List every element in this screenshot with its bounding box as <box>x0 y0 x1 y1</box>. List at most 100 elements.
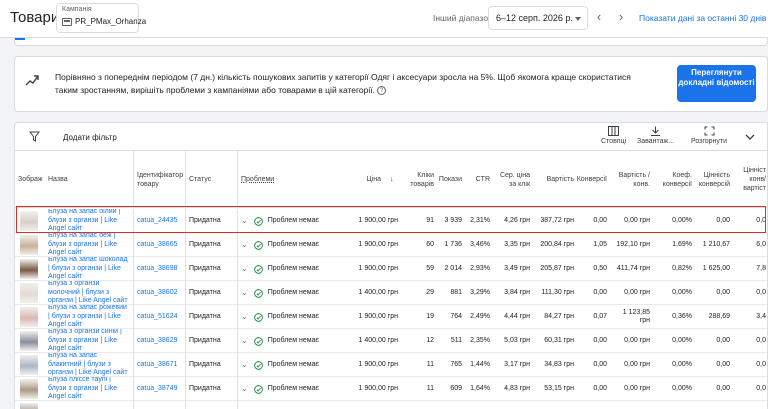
col-status[interactable]: Статус <box>185 151 237 208</box>
table-row[interactable]: Блуза на запас білий | блузи з органзи |… <box>15 209 767 233</box>
table-row[interactable]: Блуза на запас блакитний | блузи з орган… <box>15 353 767 377</box>
expand-button[interactable]: Розгорнути <box>691 126 727 145</box>
cell-conversions: 0,00 <box>593 216 607 224</box>
table-row[interactable]: Блуза пліссе таупі | блузи з органзи | L… <box>15 377 767 401</box>
chevron-down-icon[interactable]: ⌄ <box>241 360 248 370</box>
col-issues[interactable]: Проблеми <box>237 151 350 208</box>
filter-icon[interactable] <box>29 131 40 142</box>
cell-cost <box>533 401 577 409</box>
show-last-30-days-link[interactable]: Показати дані за останні 30 днів <box>639 13 766 23</box>
issues-text: Проблем немає <box>267 264 319 272</box>
product-thumbnail[interactable] <box>20 379 38 399</box>
chevron-left-icon[interactable]: ‹ <box>592 10 606 24</box>
cell-issues: ⌄ Проблем немає <box>237 281 350 305</box>
table-row[interactable]: Блуза з органзи молочний | блузи з орган… <box>15 281 767 305</box>
cell-name[interactable] <box>45 401 133 409</box>
col-value-cost[interactable]: Цінніст конв/ вартіст <box>733 151 767 208</box>
col-conv-value[interactable]: Цінність конверсій <box>695 151 733 208</box>
cell-name[interactable]: Блуза на запас рожевий | блузи з органзи… <box>45 305 133 329</box>
cell-name[interactable]: Блуза з органзи молочний | блузи з орган… <box>45 281 133 305</box>
issues-status[interactable]: ⌄ Проблем немає <box>241 240 319 250</box>
product-thumbnail[interactable] <box>20 283 38 303</box>
col-conv-rate[interactable]: Коеф. конверсії <box>653 151 695 208</box>
add-filter-button[interactable]: Додати фільтр <box>63 133 117 142</box>
cell-name[interactable]: Блуза з органзи синій | блузи з органзи … <box>45 329 133 353</box>
product-thumbnail[interactable] <box>20 355 38 375</box>
col-impressions[interactable]: Покази <box>437 151 465 208</box>
product-thumbnail[interactable] <box>20 235 38 255</box>
chevron-down-icon[interactable] <box>744 131 756 143</box>
issues-status[interactable]: ⌄ Проблем немає <box>241 312 319 322</box>
table-row[interactable]: Блуза на запас беж | блузи з органзи | L… <box>15 233 767 257</box>
col-cpc[interactable]: Сер. ціна за клік <box>493 151 533 208</box>
chevron-down-icon[interactable]: ⌄ <box>241 384 248 394</box>
issues-status[interactable]: ⌄ Проблем немає <box>241 288 319 298</box>
cell-name[interactable]: Блуза на запас білий | блузи з органзи |… <box>45 209 133 233</box>
col-ctr[interactable]: CTR <box>465 151 493 208</box>
table-row[interactable] <box>15 401 767 409</box>
cell-id[interactable]: catua_38671 <box>133 353 185 377</box>
cell-name[interactable]: Блуза на запас шоколад | блузи з органзи… <box>45 257 133 281</box>
cell-conv-value: 1 625,00 <box>702 264 730 272</box>
cell-name[interactable]: Блуза пліссе таупі | блузи з органзи | L… <box>45 377 133 401</box>
chevron-down-icon[interactable]: ⌄ <box>241 240 248 250</box>
cell-id[interactable]: catua_24435 <box>133 209 185 233</box>
date-range-selector[interactable]: 6–12 серп. 2026 р. <box>488 6 588 30</box>
insight-message: Порівняно з попереднім періодом (7 дн.) … <box>55 72 631 95</box>
cell-id[interactable]: catua_38629 <box>133 329 185 353</box>
chevron-down-icon[interactable]: ⌄ <box>241 312 248 322</box>
product-thumbnail[interactable] <box>20 403 38 409</box>
issues-status[interactable]: ⌄ Проблем немає <box>241 216 319 226</box>
product-thumbnail[interactable] <box>20 211 38 231</box>
chevron-down-icon[interactable]: ⌄ <box>241 264 248 274</box>
campaign-selector[interactable]: Кампанія PR_PMax_Orhanza <box>56 3 146 33</box>
col-name[interactable]: Назва <box>45 151 133 208</box>
cell-cost: 111,30 грн <box>541 288 574 296</box>
table-row[interactable]: Блуза на запас рожевий | блузи з органзи… <box>15 305 767 329</box>
col-cost[interactable]: Вартість <box>533 151 577 208</box>
cell-id[interactable]: catua_38698 <box>133 257 185 281</box>
cell-value-cost: 7,8 <box>756 264 766 272</box>
issues-status[interactable]: ⌄ Проблем немає <box>241 384 319 394</box>
chevron-down-icon[interactable]: ⌄ <box>241 216 248 226</box>
chevron-down-icon[interactable]: ⌄ <box>241 336 248 346</box>
issues-status[interactable]: ⌄ Проблем немає <box>241 264 319 274</box>
table-row[interactable]: Блуза на запас шоколад | блузи з органзи… <box>15 257 767 281</box>
cell-price: 1 900,00 грн <box>358 312 398 320</box>
cell-impressions: 511 <box>450 336 462 344</box>
cell-issues: ⌄ Проблем немає <box>237 233 350 257</box>
cell-id[interactable]: catua_38602 <box>133 281 185 305</box>
chevron-down-icon[interactable]: ⌄ <box>241 288 248 298</box>
cell-value-cost: 0,0 <box>756 288 766 296</box>
help-icon[interactable]: ? <box>377 86 386 96</box>
cell-value-cost: 0,0 <box>756 216 766 224</box>
cell-id[interactable] <box>133 401 185 409</box>
cell-id[interactable]: catua_38749 <box>133 377 185 401</box>
product-thumbnail[interactable] <box>20 307 38 327</box>
cell-name[interactable]: Блуза на запас беж | блузи з органзи | L… <box>45 233 133 257</box>
columns-label: Стовпці <box>601 138 627 145</box>
cell-name[interactable]: Блуза на запас блакитний | блузи з орган… <box>45 353 133 377</box>
download-button[interactable]: Завантаж... <box>637 126 674 145</box>
sort-arrow-down-icon[interactable]: ↓ <box>387 151 401 208</box>
cell-id[interactable]: catua_51624 <box>133 305 185 329</box>
cell-conv-value: 0,00 <box>716 360 730 368</box>
col-price[interactable]: Ціна <box>350 151 384 208</box>
issues-status[interactable]: ⌄ Проблем немає <box>241 360 319 370</box>
col-conversions[interactable]: Конверсії <box>577 151 610 208</box>
issues-status[interactable]: ⌄ Проблем немає <box>241 336 319 346</box>
cell-price: 1 900,00 грн <box>358 264 398 272</box>
table-row[interactable]: Блуза з органзи синій | блузи з органзи … <box>15 329 767 353</box>
col-id[interactable]: Ідентифікатор товару <box>133 151 185 208</box>
table-toolbar: Додати фільтр Стовпці Завантаж... Розгор… <box>15 123 767 151</box>
cell-id[interactable]: catua_38665 <box>133 233 185 257</box>
columns-icon <box>608 126 620 136</box>
product-thumbnail[interactable] <box>20 331 38 351</box>
columns-button[interactable]: Стовпці <box>601 126 626 145</box>
view-details-button[interactable]: Переглянути докладні відомості <box>677 65 756 102</box>
col-clicks[interactable]: Кліки товарів <box>401 151 437 208</box>
chevron-right-icon[interactable]: › <box>614 10 628 24</box>
col-cost-per-conv[interactable]: Вартість / конв. <box>610 151 653 208</box>
check-circle-icon <box>253 240 263 250</box>
product-thumbnail[interactable] <box>20 259 38 279</box>
